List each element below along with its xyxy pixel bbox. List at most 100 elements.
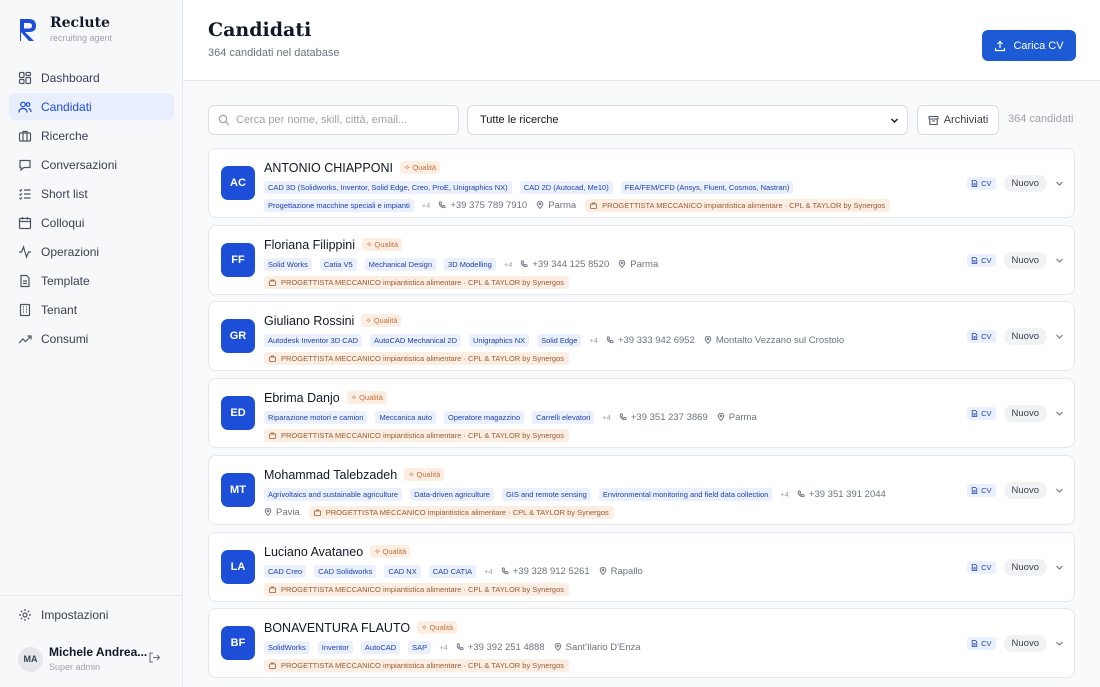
cv-badge[interactable]: CV [967,177,996,190]
candidate-avatar: AC [221,166,255,200]
chevron-down-icon[interactable] [1055,639,1064,648]
status-badge[interactable]: Nuovo [1003,559,1047,576]
more-skills-count[interactable]: +4 [589,336,598,345]
sidebar-item-label: Conversazioni [41,157,118,172]
ricerca-text: PROGETTISTA MECCANICO impiantistica alim… [281,584,564,594]
candidate-location: Parma [536,200,576,211]
candidate-details-row: CAD Creo CAD Solidworks CAD NX CAD CATIA +4 +… [264,564,954,578]
archived-button[interactable]: Archiviati [917,105,999,135]
cv-file-icon [971,180,978,187]
cv-badge[interactable]: CV [967,637,996,650]
sidebar-item-conversazioni[interactable]: Conversazioni [9,151,174,178]
sidebar-item-operazioni[interactable]: Operazioni [9,238,174,265]
skill-tag: Unigraphics NX [469,333,530,347]
cv-badge[interactable]: CV [967,484,996,497]
phone-text: +39 328 912 5261 [512,565,590,577]
sidebar-item-label: Colloqui [41,215,85,230]
cv-badge[interactable]: CV [967,407,996,420]
candidate-details-row: CAD 3D (Solidworks, Inventor, Solid Edge… [264,180,954,194]
status-badge[interactable]: Nuovo [1003,328,1047,345]
skill-tag: SolidWorks [264,640,310,654]
cv-badge[interactable]: CV [967,254,996,267]
upload-cv-button[interactable]: Carica CV [982,30,1076,61]
skill-tag: FEA/FEM/CFD (Ansys, Fluent, Cosmos, Nast… [620,180,794,194]
candidate-name[interactable]: Luciano Avataneo [264,545,363,559]
chevron-down-icon[interactable] [1055,332,1064,341]
chevron-down-icon[interactable] [1055,486,1064,495]
candidate-card[interactable]: GR Giuliano Rossini ✧ Qualità Autodesk I… [208,301,1075,371]
sidebar-item-candidati[interactable]: Candidati [9,93,174,120]
briefcase-icon [269,355,276,362]
sidebar-item-short-list[interactable]: Short list [9,180,174,207]
candidate-name[interactable]: Mohammad Talebzadeh [264,468,397,482]
search-input[interactable] [236,114,446,126]
candidate-card[interactable]: MT Mohammad Talebzadeh ✧ Qualità Agrivol… [208,455,1075,525]
sidebar-item-ricerche[interactable]: Ricerche [9,122,174,149]
more-skills-count[interactable]: +4 [780,490,789,499]
skill-tag: CAD 3D (Solidworks, Inventor, Solid Edge… [264,180,512,194]
status-badge[interactable]: Nuovo [1003,635,1047,652]
chevron-down-icon[interactable] [1055,179,1064,188]
candidate-phone: +39 328 912 5261 [501,566,590,577]
candidate-actions: CV Nuovo [967,482,1064,499]
cv-label: CV [981,256,992,265]
candidate-name[interactable]: Floriana Filippini [264,238,355,252]
candidate-phone: +39 392 251 4888 [456,642,545,653]
candidate-card[interactable]: AC ANTONIO CHIAPPONI ✧ Qualità CAD 3D (S… [208,148,1075,218]
logout-icon[interactable] [148,651,161,664]
sidebar-item-template[interactable]: Template [9,267,174,294]
sidebar-item-colloqui[interactable]: Colloqui [9,209,174,236]
candidate-card[interactable]: LA Luciano Avataneo ✧ Qualità CAD Creo CA… [208,532,1075,602]
cv-label: CV [981,639,992,648]
candidate-count: 364 candidati [1008,113,1074,125]
sidebar-item-label: Consumi [41,331,89,346]
chevron-down-icon[interactable] [1055,563,1064,572]
brand[interactable]: Reclute recruiting agent [18,15,112,44]
skill-tag: Mechanical Design [364,257,437,271]
ricerca-badge: PROGETTISTA MECCANICO impiantistica alim… [264,658,569,672]
more-skills-count[interactable]: +4 [484,567,493,576]
cv-badge[interactable]: CV [967,561,996,574]
location-pin-icon [554,643,561,651]
candidate-card[interactable]: FF Floriana Filippini ✧ Qualità Solid Wo… [208,225,1075,295]
status-badge[interactable]: Nuovo [1003,252,1047,269]
candidate-details-row: PROGETTISTA MECCANICO impiantistica alim… [264,275,954,289]
candidate-name[interactable]: Ebrima Danjo [264,391,340,405]
ricerche-select[interactable]: Tutte le ricerche [467,105,908,135]
more-skills-count[interactable]: +4 [602,413,611,422]
candidate-phone: +39 344 125 8520 [520,259,609,270]
user-profile[interactable]: MA Michele Andrea... Super admin [18,645,168,673]
candidate-details-row: Agrivoltaics and sustainable agriculture… [264,487,954,501]
more-skills-count[interactable]: +4 [439,643,448,652]
candidate-name[interactable]: ANTONIO CHIAPPONI [264,161,393,175]
candidate-card[interactable]: ED Ebrima Danjo ✧ Qualità Riparazione mo… [208,378,1075,448]
candidate-avatar: ED [221,396,255,430]
candidate-details-row: Progettazione macchine speciali e impian… [264,198,954,212]
candidate-name[interactable]: BONAVENTURA FLAUTO [264,621,410,635]
sidebar-item-tenant[interactable]: Tenant [9,296,174,323]
status-badge[interactable]: Nuovo [1003,482,1047,499]
sidebar-item-dashboard[interactable]: Dashboard [9,64,174,91]
phone-text: +39 375 789 7910 [450,199,528,211]
sidebar-item-consumi[interactable]: Consumi [9,325,174,352]
cv-badge[interactable]: CV [967,330,996,343]
chevron-down-icon[interactable] [1055,256,1064,265]
cv-label: CV [981,332,992,341]
candidate-phone: +39 375 789 7910 [438,200,527,211]
skill-tag: Data-driven agriculture [410,487,494,501]
checklist-icon [18,187,32,201]
search-field[interactable] [208,105,459,135]
briefcase-icon [269,279,276,286]
candidate-name[interactable]: Giuliano Rossini [264,314,354,328]
candidate-actions: CV Nuovo [967,328,1064,345]
chevron-down-icon[interactable] [1055,409,1064,418]
more-skills-count[interactable]: +4 [422,201,431,210]
skill-tag: Progettazione macchine speciali e impian… [264,198,414,212]
skill-tag: Autodesk Inventor 3D CAD [264,333,363,347]
more-skills-count[interactable]: +4 [504,260,513,269]
status-badge[interactable]: Nuovo [1003,405,1047,422]
sidebar-item-impostazioni[interactable]: Impostazioni [18,608,108,622]
candidate-card[interactable]: BF BONAVENTURA FLAUTO ✧ Qualità SolidWor… [208,608,1075,678]
skill-tag: CAD NX [384,564,421,578]
status-badge[interactable]: Nuovo [1003,175,1047,192]
